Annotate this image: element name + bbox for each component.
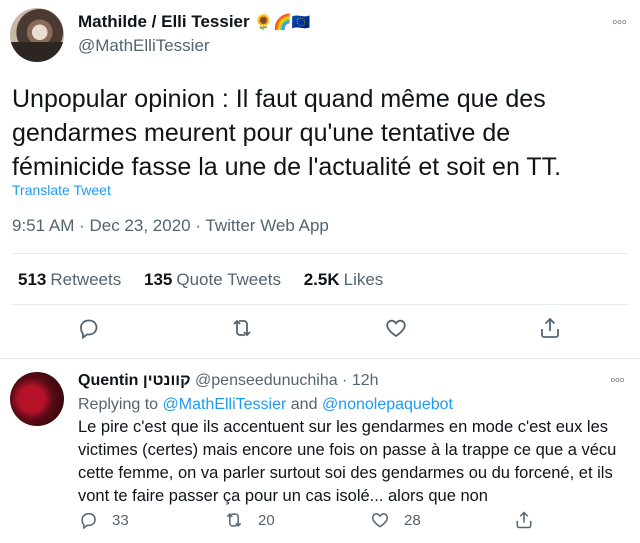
replying-to: Replying to @MathElliTessier and @nonole… bbox=[78, 396, 453, 413]
translate-tweet-link[interactable]: Translate Tweet bbox=[12, 182, 111, 198]
avatar[interactable] bbox=[10, 8, 64, 62]
tweet-timestamp[interactable]: 9:51 AM · Dec 23, 2020 · Twitter Web App bbox=[12, 216, 329, 236]
reply-header: Quentin קוונטין @penseedunuchiha · 12h bbox=[78, 372, 379, 390]
mention-link[interactable]: @nonolepaquebot bbox=[322, 396, 453, 413]
share-icon[interactable] bbox=[538, 316, 566, 344]
more-icon[interactable]: ◦◦◦ bbox=[610, 372, 625, 390]
reply-count: 33 bbox=[112, 511, 129, 529]
more-icon[interactable]: ◦◦◦ bbox=[612, 14, 627, 32]
author-name-text[interactable]: Mathilde / Elli Tessier bbox=[78, 12, 250, 31]
reply-action-bar: 33 20 28 bbox=[78, 510, 628, 534]
tweet-stats: 513 Retweets 135 Quote Tweets 2.5K Likes bbox=[18, 270, 401, 290]
author-handle[interactable]: @MathElliTessier bbox=[78, 36, 210, 56]
divider bbox=[0, 358, 640, 359]
likes-stat[interactable]: 2.5K Likes bbox=[304, 270, 384, 289]
tweet-header: Mathilde / Elli Tessier 🌻🌈🇪🇺 @MathElliTe… bbox=[10, 8, 630, 64]
reply-retweet-button[interactable]: 20 bbox=[224, 510, 275, 530]
quote-tweets-stat[interactable]: 135 Quote Tweets bbox=[144, 270, 281, 289]
reply-reply-button[interactable]: 33 bbox=[78, 510, 129, 530]
reply-text: Le pire c'est que ils accentuent sur les… bbox=[78, 418, 617, 505]
divider bbox=[12, 304, 628, 305]
avatar[interactable] bbox=[10, 372, 64, 426]
reply-display-name[interactable]: Quentin קוונטין bbox=[78, 372, 191, 389]
share-icon bbox=[516, 511, 532, 529]
mention-link[interactable]: @MathElliTessier bbox=[163, 396, 287, 413]
reply-like-button[interactable]: 28 bbox=[370, 510, 421, 530]
retweets-stat[interactable]: 513 Retweets bbox=[18, 270, 121, 289]
reply-tweet[interactable]: Quentin קוונטין @penseedunuchiha · 12h ◦… bbox=[0, 362, 640, 543]
author-display-name[interactable]: Mathilde / Elli Tessier 🌻🌈🇪🇺 bbox=[78, 12, 310, 32]
divider bbox=[12, 253, 628, 254]
reply-icon bbox=[81, 513, 96, 530]
like-icon bbox=[371, 513, 389, 528]
like-count: 28 bbox=[404, 511, 421, 529]
like-icon[interactable] bbox=[384, 316, 412, 344]
tweet-action-bar bbox=[0, 316, 640, 350]
retweet-count: 20 bbox=[258, 511, 275, 529]
reply-share-button[interactable] bbox=[514, 510, 548, 530]
reply-icon[interactable] bbox=[76, 316, 104, 344]
tweet-text: Unpopular opinion : Il faut quand même q… bbox=[12, 85, 562, 181]
retweet-icon bbox=[226, 513, 242, 527]
name-emoji: 🌻🌈🇪🇺 bbox=[254, 14, 311, 31]
reply-handle-time[interactable]: @penseedunuchiha · 12h bbox=[195, 372, 379, 389]
retweet-icon[interactable] bbox=[230, 316, 258, 344]
